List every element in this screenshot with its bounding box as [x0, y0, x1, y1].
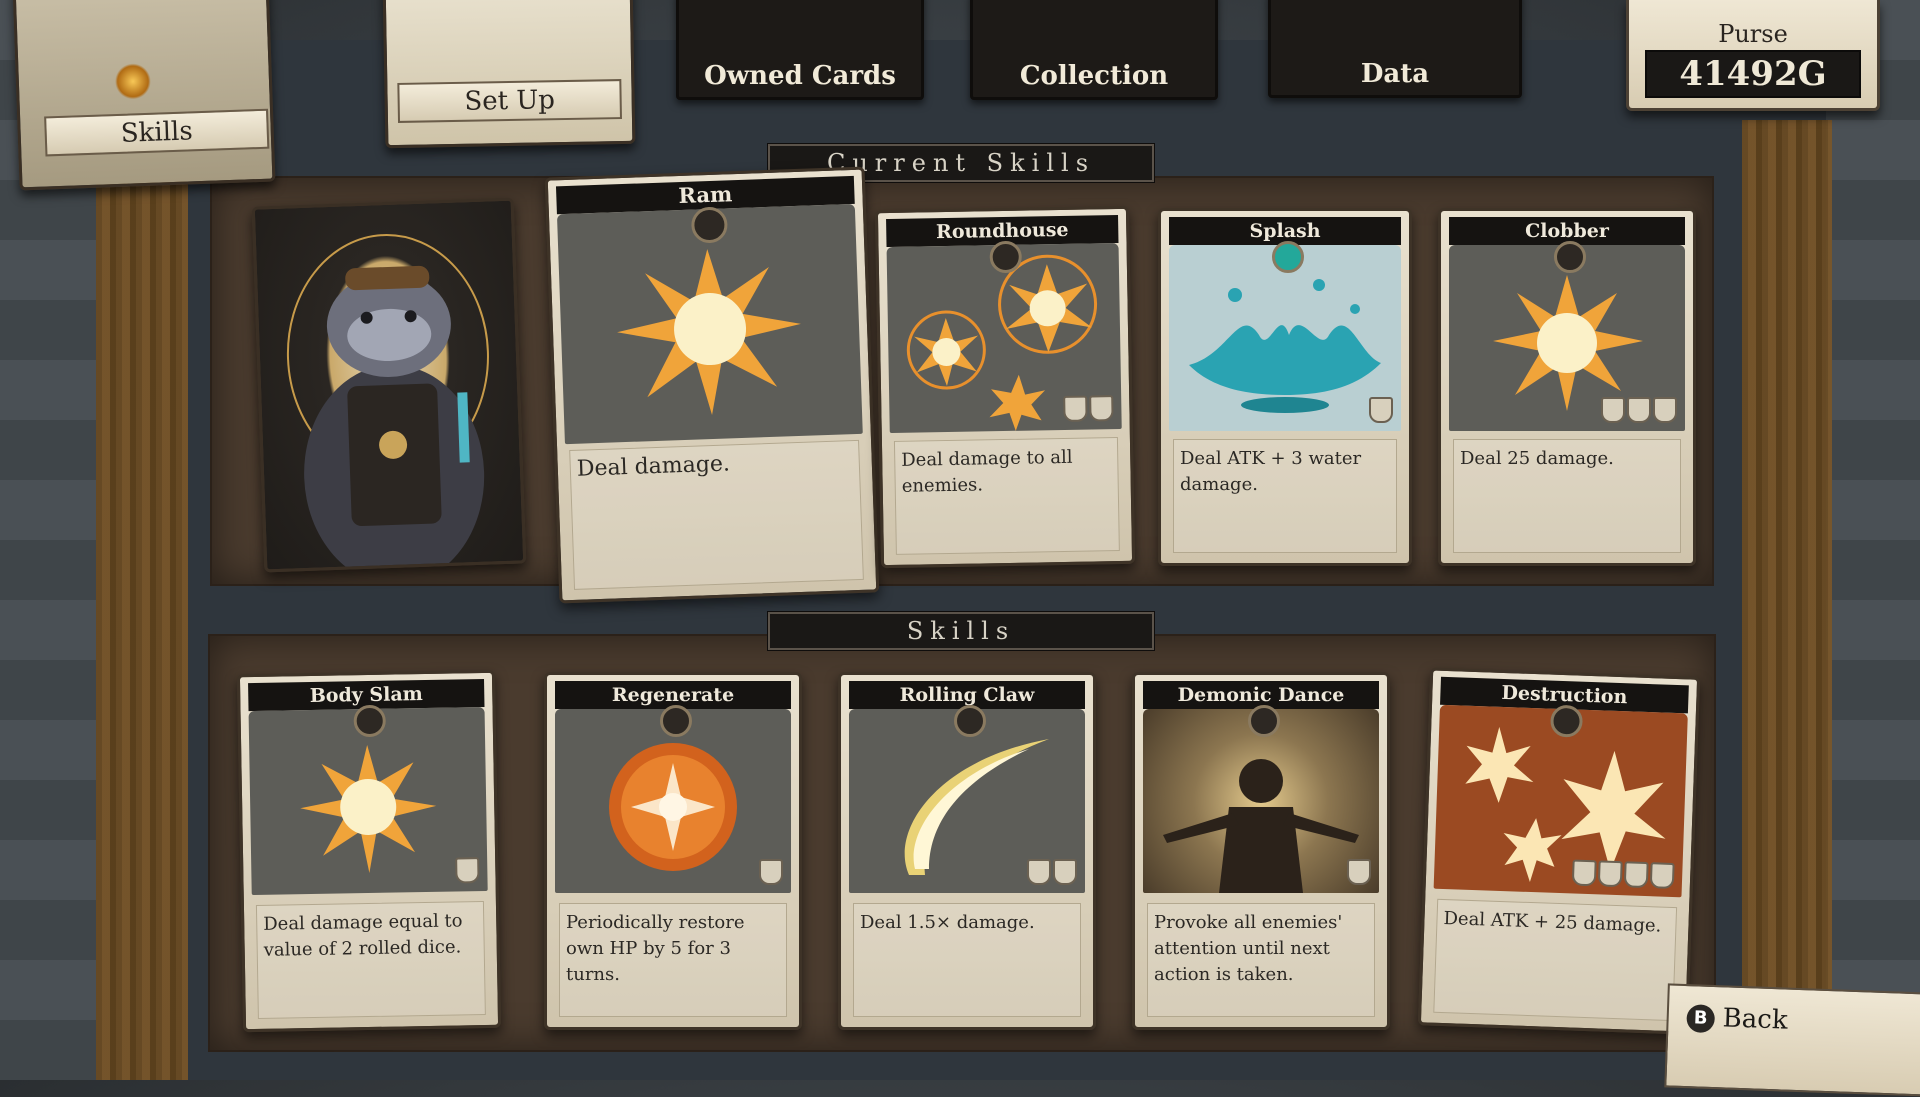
cost-icons [1027, 859, 1077, 885]
tab-setup-label: Set Up [397, 79, 622, 123]
cost-icons [1369, 397, 1393, 423]
card-description: Deal damage to all enemies. [893, 437, 1120, 555]
skills-header: Skills [767, 611, 1155, 651]
character-image [286, 234, 489, 573]
skill-card-demonic-dance[interactable]: Demonic Dance Provoke all enemies' atten… [1132, 672, 1390, 1030]
card-description: Provoke all enemies' attention until nex… [1147, 903, 1375, 1017]
current-skill-card-roundhouse[interactable]: Roundhouse Deal damage to all enemies. [874, 205, 1136, 569]
wood-rail-left [96, 120, 188, 1080]
skill-card-body-slam[interactable]: Body Slam Deal damage equal to value of … [236, 669, 502, 1033]
tab-setup[interactable]: Set Up [382, 0, 636, 149]
lantern-icon [114, 62, 152, 101]
card-socket-icon [1248, 705, 1280, 737]
card-description: Deal ATK + 3 water damage. [1173, 439, 1397, 553]
character-portrait[interactable] [251, 197, 527, 573]
purse-label: Purse [1718, 20, 1788, 48]
card-description: Deal 25 damage. [1453, 439, 1681, 553]
purse-panel: Purse 41492G [1626, 0, 1880, 111]
current-skill-card-splash[interactable]: Splash Deal ATK + 3 water damage. [1158, 208, 1412, 566]
card-socket-icon [660, 705, 692, 737]
tab-data[interactable]: Data [1268, 0, 1522, 98]
wood-rail-right [1742, 120, 1832, 1080]
tab-skills-label: Skills [44, 108, 270, 157]
water-gem-icon [1272, 241, 1304, 273]
card-description: Deal damage equal to value of 2 rolled d… [255, 901, 486, 1019]
cost-icons [455, 857, 480, 884]
b-button-icon: B [1686, 1004, 1716, 1034]
cost-icons [1601, 397, 1677, 423]
cost-icons [759, 859, 783, 885]
card-description: Deal 1.5× damage. [853, 903, 1081, 1017]
current-skill-card-ram[interactable]: Ram Deal damage. [544, 166, 880, 604]
skill-card-regenerate[interactable]: Regenerate Periodically restore own HP b… [544, 672, 802, 1030]
tab-collection-label: Collection [1019, 61, 1169, 91]
skill-card-rolling-claw[interactable]: Rolling Claw Deal 1.5× damage. [838, 672, 1096, 1030]
cost-icons [1063, 395, 1114, 422]
purse-amount: 41492G [1645, 50, 1861, 98]
card-description: Deal damage. [569, 439, 864, 590]
tab-data-label: Data [1360, 59, 1430, 89]
current-skill-card-clobber[interactable]: Clobber Deal 25 damage. [1438, 208, 1696, 566]
back-label: Back [1722, 1003, 1789, 1036]
skill-card-destruction[interactable]: Destruction Deal ATK + 25 damage. [1417, 667, 1701, 1035]
tab-owned-cards-label: Owned Cards [704, 61, 896, 91]
card-description: Deal ATK + 25 damage. [1433, 898, 1678, 1022]
tab-skills[interactable]: Skills [12, 0, 276, 191]
tab-owned-cards[interactable]: Owned Cards [676, 0, 924, 100]
cost-icons [1571, 859, 1675, 890]
card-socket-icon [1554, 241, 1586, 273]
cost-icons [1347, 859, 1371, 885]
water-splash-icon [1169, 245, 1401, 431]
card-socket-icon [954, 705, 986, 737]
card-description: Periodically restore own HP by 5 for 3 t… [559, 903, 787, 1017]
tab-collection[interactable]: Collection [970, 0, 1218, 100]
